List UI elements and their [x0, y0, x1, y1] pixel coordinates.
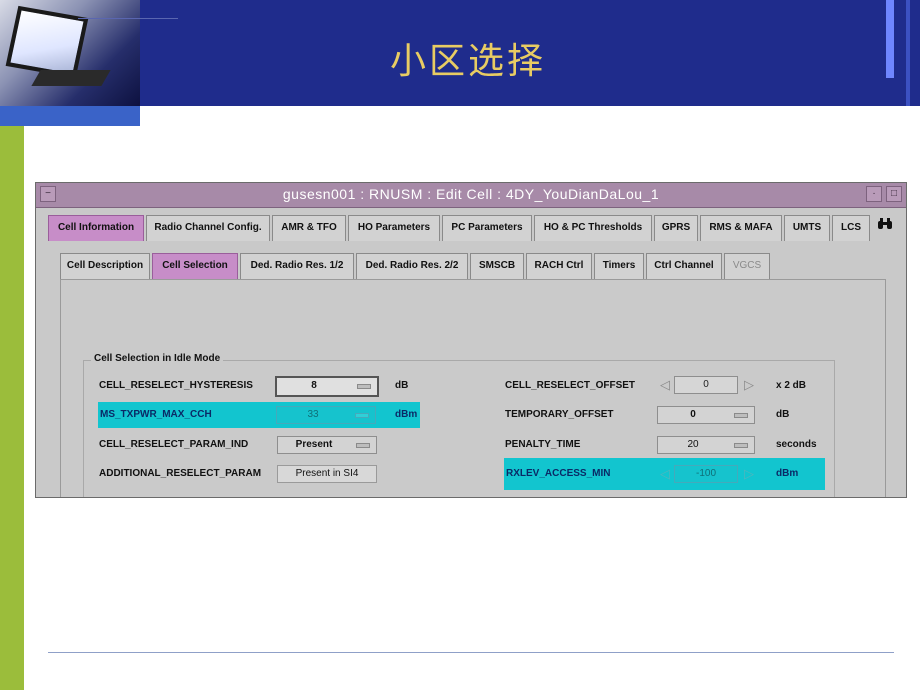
tab-rms-mafa[interactable]: RMS & MAFA — [700, 215, 782, 241]
penalty-time-label: PENALTY_TIME — [505, 439, 581, 450]
window-titlebar[interactable]: − gusesn001 : RNUSM : Edit Cell : 4DY_Yo… — [36, 183, 906, 208]
tab-cell-information[interactable]: Cell Information — [48, 215, 144, 241]
dropdown-arrow-icon — [734, 443, 748, 448]
temporary-offset-label: TEMPORARY_OFFSET — [505, 409, 614, 420]
window-title: gusesn001 : RNUSM : Edit Cell : 4DY_YouD… — [282, 186, 660, 202]
dropdown-value: Present — [295, 439, 333, 450]
slide-title: 小区选择 — [390, 41, 547, 82]
tab-gprs[interactable]: GPRS — [654, 215, 698, 241]
dropdown-arrow-icon — [356, 443, 370, 448]
hysteresis-unit: dB — [395, 380, 409, 391]
tab-ded-radio-res-1[interactable]: Ded. Radio Res. 1/2 — [240, 253, 354, 279]
tab-radio-channel-config[interactable]: Radio Channel Config. — [146, 215, 270, 241]
dropdown-value: 0 — [690, 409, 696, 420]
decrement-icon[interactable]: ◁ — [656, 465, 674, 483]
offset-unit: x 2 dB — [776, 380, 807, 391]
computer-photo — [0, 0, 140, 106]
rxlev-access-min-label: RXLEV_ACCESS_MIN — [506, 468, 611, 479]
rxlev-access-min-spinner[interactable]: ◁ -100 ▷ — [656, 465, 760, 483]
tab-ho-pc-thresholds[interactable]: HO & PC Thresholds — [534, 215, 652, 241]
tab-smscb[interactable]: SMSCB — [470, 253, 524, 279]
tab-rach-ctrl[interactable]: RACH Ctrl — [526, 253, 592, 279]
tab-ctrl-channel[interactable]: Ctrl Channel — [646, 253, 722, 279]
tab-ho-parameters[interactable]: HO Parameters — [348, 215, 440, 241]
increment-icon[interactable]: ▷ — [740, 376, 758, 394]
ms-txpwr-max-cch-dropdown[interactable]: 33 — [276, 406, 376, 424]
cell-reselect-hysteresis-label: CELL_RESELECT_HYSTERESIS — [99, 380, 253, 391]
dropdown-value: 20 — [687, 439, 699, 450]
ms-txpwr-unit: dBm — [395, 409, 418, 420]
decrement-icon[interactable]: ◁ — [656, 376, 674, 394]
tab-amr-tfo[interactable]: AMR & TFO — [272, 215, 346, 241]
cell-reselect-offset-label: CELL_RESELECT_OFFSET — [505, 380, 636, 391]
cell-reselect-offset-spinner[interactable]: ◁ 0 ▷ — [656, 376, 760, 394]
minimize-button[interactable]: · — [866, 186, 882, 202]
tab-timers[interactable]: Timers — [594, 253, 644, 279]
tab-lcs[interactable]: LCS — [832, 215, 870, 241]
dropdown-arrow-icon — [734, 413, 748, 418]
penalty-time-unit: seconds — [776, 439, 817, 450]
tab-ded-radio-res-2[interactable]: Ded. Radio Res. 2/2 — [356, 253, 468, 279]
spinner-value[interactable]: 0 — [674, 376, 738, 394]
header-stripe — [886, 0, 894, 78]
monitor-shape — [5, 5, 89, 79]
dropdown-arrow-icon — [357, 384, 371, 389]
group-title: Cell Selection in Idle Mode — [91, 353, 224, 364]
rxlev-unit: dBm — [776, 468, 799, 479]
additional-reselect-param-label: ADDITIONAL_RESELECT_PARAM — [99, 468, 262, 479]
keyboard-shape — [31, 70, 111, 86]
ms-txpwr-row-highlight: MS_TXPWR_MAX_CCH 33 dBm — [98, 402, 420, 428]
temporary-offset-dropdown[interactable]: 0 — [657, 406, 755, 424]
header-accent-bar — [0, 106, 140, 126]
header-stripe-thin — [906, 0, 910, 106]
dropdown-arrow-icon — [355, 413, 369, 418]
cell-reselect-param-ind-dropdown[interactable]: Present — [277, 436, 377, 454]
increment-icon[interactable]: ▷ — [740, 465, 758, 483]
tab-vgcs: VGCS — [724, 253, 770, 279]
tab-pc-parameters[interactable]: PC Parameters — [442, 215, 532, 241]
binoculars-icon[interactable] — [876, 217, 894, 235]
tab-cell-selection[interactable]: Cell Selection — [152, 253, 238, 279]
tab-umts[interactable]: UMTS — [784, 215, 830, 241]
rxlev-row-highlight: RXLEV_ACCESS_MIN ◁ -100 ▷ dBm — [504, 458, 825, 490]
edit-cell-window: − gusesn001 : RNUSM : Edit Cell : 4DY_Yo… — [35, 182, 907, 498]
left-accent-bar — [0, 126, 24, 690]
footer-rule — [48, 652, 894, 653]
ms-txpwr-max-cch-label: MS_TXPWR_MAX_CCH — [100, 409, 212, 420]
additional-reselect-param-value: Present in SI4 — [277, 465, 377, 483]
spinner-value[interactable]: -100 — [674, 465, 738, 483]
penalty-time-dropdown[interactable]: 20 — [657, 436, 755, 454]
cell-reselect-hysteresis-dropdown[interactable]: 8 — [275, 376, 379, 397]
tab-cell-description[interactable]: Cell Description — [60, 253, 150, 279]
header-decor-line — [78, 18, 178, 19]
maximize-button[interactable]: □ — [886, 186, 902, 202]
cell-reselect-param-ind-label: CELL_RESELECT_PARAM_IND — [99, 439, 249, 450]
dropdown-value: 33 — [307, 409, 319, 420]
dropdown-value: 8 — [311, 380, 317, 391]
temporary-offset-unit: dB — [776, 409, 790, 420]
